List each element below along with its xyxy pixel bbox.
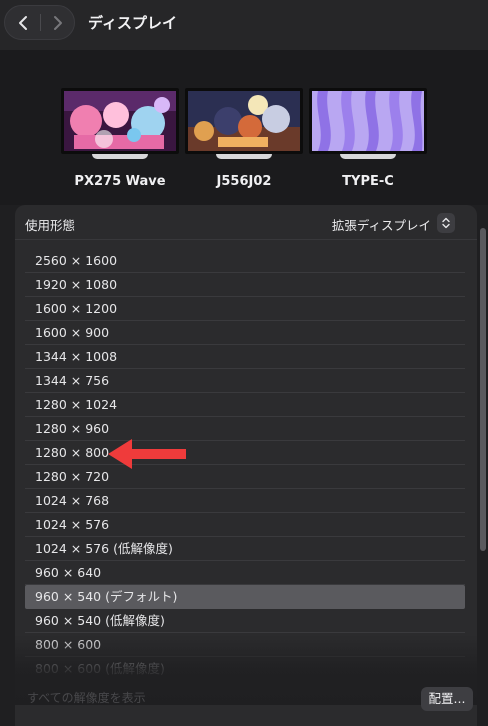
resolution-option[interactable]: 2560 × 1600 [25,249,465,273]
display-type-c[interactable] [309,88,427,159]
display-thumbnail [61,88,179,154]
resolution-list: 2560 × 1600 1920 × 1080 1600 × 1200 1600 × … [25,249,465,681]
resolution-option[interactable]: 1344 × 756 [25,369,465,393]
resolution-option[interactable]: 1344 × 1008 [25,345,465,369]
title-bar: ディスプレイ [0,0,488,50]
monitor-stand [92,154,148,159]
anime-wallpaper-night [188,91,300,151]
resolution-option[interactable]: 960 × 540 (低解像度) [25,609,465,633]
resolution-option[interactable]: 960 × 640 [25,561,465,585]
anime-wallpaper-pink [64,91,176,151]
resolution-option[interactable]: 1600 × 900 [25,321,465,345]
display-label: PX275 Wave [74,174,166,189]
resolution-option[interactable]: 1024 × 576 [25,513,465,537]
chevron-left-icon [18,15,27,30]
chevron-right-icon [53,15,62,30]
usage-mode-popup[interactable] [437,213,455,233]
resolution-option[interactable]: 1024 × 576 (低解像度) [25,537,465,561]
display-label: J556J02 [216,174,272,189]
display-thumbnail [185,88,303,154]
resolution-option[interactable]: 800 × 600 [25,633,465,657]
resolution-option[interactable]: 1920 × 1080 [25,273,465,297]
arrange-button[interactable]: 配置... [421,687,473,711]
divider [15,239,477,240]
resolution-option[interactable]: 1600 × 1200 [25,297,465,321]
resolution-option[interactable]: 1280 × 720 [25,465,465,489]
resolution-option[interactable]: 800 × 600 (低解像度) [25,657,465,681]
usage-mode-row: 使用形態 拡張ディスプレイ [25,211,465,237]
resolution-option[interactable]: 1280 × 800 [25,441,465,465]
display-label: TYPE-C [342,174,394,189]
navigation-control [4,5,75,40]
monitor-stand [216,154,272,159]
display-j556j02[interactable] [185,88,303,159]
back-button[interactable] [5,6,40,39]
page-title: ディスプレイ [88,14,177,32]
resolution-option-selected[interactable]: 960 × 540 (デフォルト) [25,585,465,609]
monitor-stand [340,154,396,159]
purple-wallpaper [312,91,424,151]
resolution-option[interactable]: 1280 × 1024 [25,393,465,417]
display-settings-panel: 使用形態 拡張ディスプレイ 2560 × 1600 1920 × 1080 1600… [15,205,477,726]
usage-mode-label: 使用形態 [25,218,76,233]
display-arrangement: PX275 Wave J556J02 TYPE-C [0,50,488,205]
resolution-option[interactable]: 1024 × 768 [25,489,465,513]
red-arrow-annotation [108,439,186,469]
display-thumbnail-selected [309,88,427,154]
chevron-up-down-icon [442,217,450,229]
resolution-option[interactable]: 1280 × 960 [25,417,465,441]
usage-mode-value[interactable]: 拡張ディスプレイ [332,215,431,234]
show-all-resolutions-toggle[interactable]: すべての解像度を表示 [27,689,146,706]
scrollbar-thumb[interactable] [480,228,486,551]
display-px275-wave[interactable] [61,88,179,159]
forward-button[interactable] [40,6,75,39]
